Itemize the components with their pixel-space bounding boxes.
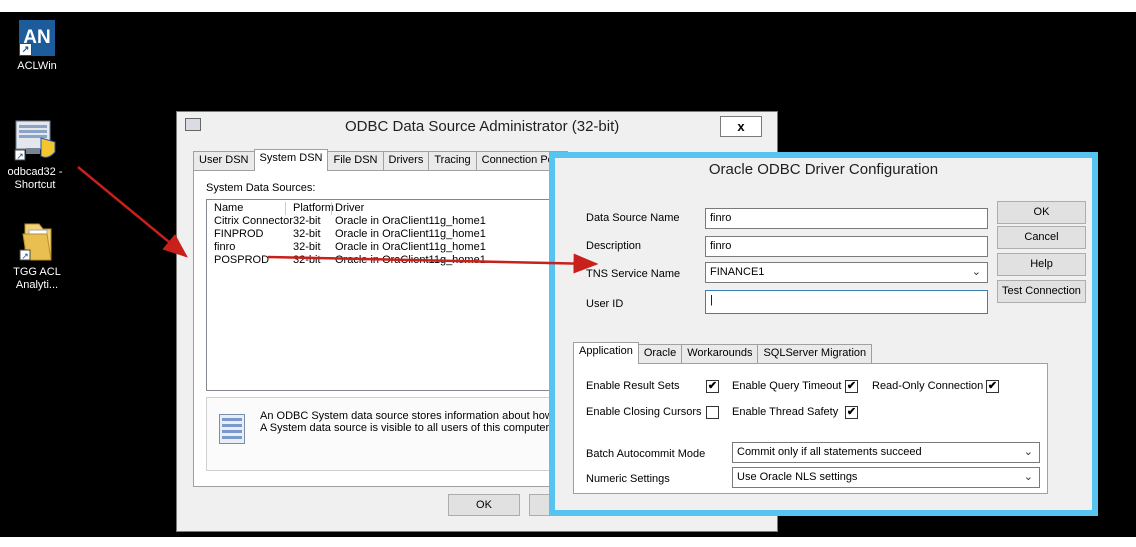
desktop-icon-odbcad32[interactable]: ↗ odbcad32 - Shortcut (0, 118, 70, 192)
dsn-field[interactable]: finro (705, 208, 988, 229)
column-header-platform[interactable]: Platform (293, 202, 334, 215)
close-button[interactable]: x (720, 116, 762, 137)
dsn-platform: 32-bit (293, 215, 321, 227)
info-line: A System data source is visible to all u… (260, 422, 569, 434)
column-header-name[interactable]: Name (214, 202, 243, 215)
thread-safety-label: Enable Thread Safety (732, 406, 839, 418)
check-mark-icon: ✔ (987, 380, 998, 392)
read-only-label: Read-Only Connection (872, 380, 984, 392)
batch-autocommit-label: Batch Autocommit Mode (586, 448, 706, 460)
result-sets-label: Enable Result Sets (586, 380, 680, 392)
chevron-down-icon[interactable]: ⌄ (1024, 470, 1033, 485)
database-info-icon (219, 414, 245, 444)
chevron-down-icon[interactable]: ⌄ (972, 265, 981, 280)
tns-service-select[interactable]: FINANCE1 ⌄ (705, 262, 988, 283)
info-text: An ODBC System data source stores inform… (260, 410, 569, 434)
query-timeout-checkbox[interactable]: ✔ (845, 380, 858, 393)
shortcut-arrow-icon: ↗ (19, 43, 32, 56)
closing-cursors-checkbox[interactable] (706, 406, 719, 419)
system-data-sources-label: System Data Sources: (206, 182, 316, 194)
tab-tracing[interactable]: Tracing (428, 151, 477, 171)
dsn-name: POSPROD (214, 254, 270, 266)
oracle-dialog-title[interactable]: Oracle ODBC Driver Configuration (555, 158, 1092, 187)
tab-user-dsn[interactable]: User DSN (193, 151, 255, 171)
tns-label: TNS Service Name (586, 268, 681, 280)
help-button[interactable]: Help (997, 253, 1086, 276)
tab-application[interactable]: Application (573, 342, 639, 364)
query-timeout-label: Enable Query Timeout (732, 380, 842, 392)
tab-system-dsn[interactable]: System DSN (253, 149, 329, 171)
ok-button[interactable]: OK (997, 201, 1086, 224)
dsn-driver: Oracle in OraClient11g_home1 (335, 254, 486, 266)
thread-safety-checkbox[interactable]: ✔ (845, 406, 858, 419)
top-banner-strip (0, 0, 1136, 12)
tab-oracle[interactable]: Oracle (637, 344, 683, 364)
dsn-label: Data Source Name (586, 212, 680, 224)
dsn-driver: Oracle in OraClient11g_home1 (335, 241, 486, 253)
oracle-tab-strip: Application Oracle Workarounds SQLServer… (573, 342, 873, 364)
dsn-name: FINPROD (214, 228, 264, 240)
desktop-icon-aclwin[interactable]: AN ↗ ACLWin (2, 20, 72, 73)
text-caret: | (710, 294, 713, 306)
closing-cursors-label: Enable Closing Cursors (586, 406, 702, 418)
folder-icon: ↗ (19, 223, 52, 261)
description-field[interactable]: finro (705, 236, 988, 257)
svg-text:↗: ↗ (16, 151, 24, 161)
check-mark-icon: ✔ (707, 380, 718, 392)
application-panel: Enable Result Sets ✔ Enable Query Timeou… (573, 363, 1048, 494)
batch-autocommit-select[interactable]: Commit only if all statements succeed ⌄ (732, 442, 1040, 463)
acl-app-icon: AN ↗ (19, 20, 55, 56)
description-label: Description (586, 240, 642, 252)
tab-workarounds[interactable]: Workarounds (681, 344, 759, 364)
desktop-icon-tgg-acl[interactable]: ↗ TGG ACL Analyti... (2, 220, 72, 292)
desktop-icon-label: TGG ACL Analyti... (13, 266, 61, 291)
annotation-arrow (77, 166, 188, 258)
user-id-field[interactable]: | (705, 290, 988, 314)
dsn-platform: 32-bit (293, 254, 321, 266)
result-sets-checkbox[interactable]: ✔ (706, 380, 719, 393)
numeric-settings-label: Numeric Settings (586, 473, 670, 485)
numeric-settings-select[interactable]: Use Oracle NLS settings ⌄ (732, 467, 1040, 488)
user-id-label: User ID (586, 298, 624, 310)
bottom-banner-strip (0, 537, 1136, 547)
odbc-window-title: ODBC Data Source Administrator (32-bit) (345, 118, 620, 135)
odbc-title-bar[interactable]: ODBC Data Source Administrator (32-bit) … (177, 112, 777, 141)
dsn-platform: 32-bit (293, 228, 321, 240)
dsn-driver: Oracle in OraClient11g_home1 (335, 228, 486, 240)
dsn-driver: Oracle in OraClient11g_home1 (335, 215, 486, 227)
odbc-window-icon (185, 118, 201, 131)
check-mark-icon: ✔ (846, 380, 857, 392)
tab-file-dsn[interactable]: File DSN (327, 151, 384, 171)
tns-selected-value: FINANCE1 (710, 266, 765, 278)
test-connection-button[interactable]: Test Connection (997, 280, 1086, 303)
column-header-driver[interactable]: Driver (335, 202, 364, 215)
column-divider[interactable] (285, 202, 286, 215)
batch-autocommit-value: Commit only if all statements succeed (737, 446, 922, 458)
numeric-settings-value: Use Oracle NLS settings (737, 471, 858, 483)
column-divider[interactable] (331, 202, 332, 215)
check-mark-icon: ✔ (846, 406, 857, 418)
ok-button[interactable]: OK (448, 494, 520, 516)
svg-text:↗: ↗ (21, 251, 29, 261)
desktop-icon-label: ACLWin (17, 60, 57, 72)
cancel-button[interactable]: Cancel (997, 226, 1086, 249)
oracle-config-dialog: Oracle ODBC Driver Configuration Data So… (549, 152, 1098, 516)
tab-drivers[interactable]: Drivers (382, 151, 430, 171)
dsn-name: Citrix Connector (214, 215, 293, 227)
odbc-tab-strip: User DSN System DSN File DSN Drivers Tra… (193, 149, 569, 171)
desktop-icon-label: odbcad32 - Shortcut (7, 166, 63, 191)
read-only-checkbox[interactable]: ✔ (986, 380, 999, 393)
chevron-down-icon[interactable]: ⌄ (1024, 445, 1033, 460)
info-line: An ODBC System data source stores inform… (260, 410, 566, 422)
tab-sqlserver-migration[interactable]: SQLServer Migration (757, 344, 873, 364)
dsn-platform: 32-bit (293, 241, 321, 253)
dsn-name: finro (214, 241, 236, 253)
odbc-admin-icon: ↗ (14, 120, 56, 161)
